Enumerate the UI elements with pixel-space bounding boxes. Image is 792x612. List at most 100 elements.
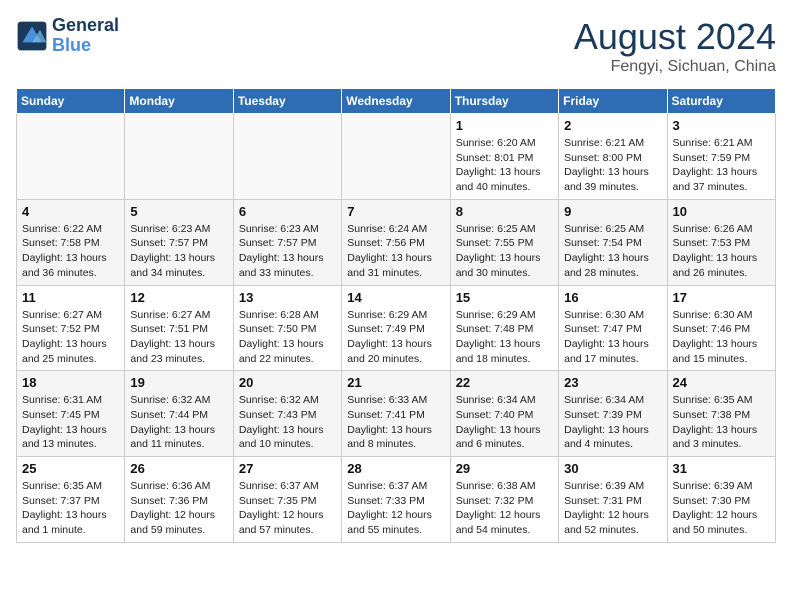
week-row-2: 4 Sunrise: 6:22 AMSunset: 7:58 PMDaylight… bbox=[17, 199, 776, 285]
day-header-thursday: Thursday bbox=[450, 89, 558, 114]
day-cell-27: 27Sunrise: 6:37 AMSunset: 7:35 PMDayligh… bbox=[233, 457, 341, 543]
calendar-header-row: SundayMondayTuesdayWednesdayThursdayFrid… bbox=[17, 89, 776, 114]
calendar-table: SundayMondayTuesdayWednesdayThursdayFrid… bbox=[16, 88, 776, 543]
cell-info-9: Sunrise: 6:25 AMSunset: 7:54 PMDaylight:… bbox=[564, 222, 661, 281]
cell-info-3: Sunrise: 6:21 AMSunset: 7:59 PMDaylight:… bbox=[673, 136, 770, 195]
cell-info-25: Sunrise: 6:35 AMSunset: 7:37 PMDaylight:… bbox=[22, 479, 119, 538]
day-cell-19: 19Sunrise: 6:32 AMSunset: 7:44 PMDayligh… bbox=[125, 371, 233, 457]
day-header-friday: Friday bbox=[559, 89, 667, 114]
cell-date-25: 25 bbox=[22, 461, 119, 476]
day-cell-2: 2 Sunrise: 6:21 AMSunset: 8:00 PMDaylight… bbox=[559, 114, 667, 200]
cell-info-21: Sunrise: 6:33 AMSunset: 7:41 PMDaylight:… bbox=[347, 393, 444, 452]
day-cell-5: 5 Sunrise: 6:23 AMSunset: 7:57 PMDaylight… bbox=[125, 199, 233, 285]
cell-date-29: 29 bbox=[456, 461, 553, 476]
cell-info-23: Sunrise: 6:34 AMSunset: 7:39 PMDaylight:… bbox=[564, 393, 661, 452]
calendar-subtitle: Fengyi, Sichuan, China bbox=[574, 58, 776, 76]
cell-info-10: Sunrise: 6:26 AMSunset: 7:53 PMDaylight:… bbox=[673, 222, 770, 281]
cell-info-4: Sunrise: 6:22 AMSunset: 7:58 PMDaylight:… bbox=[22, 222, 119, 281]
day-cell-25: 25 Sunrise: 6:35 AMSunset: 7:37 PMDayligh… bbox=[17, 457, 125, 543]
calendar-header: General Blue August 2024 Fengyi, Sichuan… bbox=[16, 16, 776, 76]
day-cell-12: 12 Sunrise: 6:27 AMSunset: 7:51 PMDayligh… bbox=[125, 285, 233, 371]
cell-info-26: Sunrise: 6:36 AMSunset: 7:36 PMDaylight:… bbox=[130, 479, 227, 538]
day-cell-18: 18 Sunrise: 6:31 AMSunset: 7:45 PMDayligh… bbox=[17, 371, 125, 457]
cell-date-31: 31 bbox=[673, 461, 770, 476]
day-cell-4: 4 Sunrise: 6:22 AMSunset: 7:58 PMDaylight… bbox=[17, 199, 125, 285]
cell-date-15: 15 bbox=[456, 290, 553, 305]
day-cell-15: 15 Sunrise: 6:29 AMSunset: 7:48 PMDayligh… bbox=[450, 285, 558, 371]
day-cell-17: 17 Sunrise: 6:30 AMSunset: 7:46 PMDayligh… bbox=[667, 285, 775, 371]
cell-date-9: 9 bbox=[564, 204, 661, 219]
cell-info-18: Sunrise: 6:31 AMSunset: 7:45 PMDaylight:… bbox=[22, 393, 119, 452]
empty-cell bbox=[17, 114, 125, 200]
cell-date-7: 7 bbox=[347, 204, 444, 219]
calendar-title: August 2024 bbox=[574, 16, 776, 58]
cell-date-16: 16 bbox=[564, 290, 661, 305]
cell-date-8: 8 bbox=[456, 204, 553, 219]
cell-date-18: 18 bbox=[22, 375, 119, 390]
day-cell-29: 29 Sunrise: 6:38 AMSunset: 7:32 PMDayligh… bbox=[450, 457, 558, 543]
day-header-sunday: Sunday bbox=[17, 89, 125, 114]
cell-date-2: 2 bbox=[564, 118, 661, 133]
day-cell-24: 24Sunrise: 6:35 AMSunset: 7:38 PMDayligh… bbox=[667, 371, 775, 457]
logo-icon bbox=[16, 20, 48, 52]
cell-info-14: Sunrise: 6:29 AMSunset: 7:49 PMDaylight:… bbox=[347, 308, 444, 367]
cell-info-5: Sunrise: 6:23 AMSunset: 7:57 PMDaylight:… bbox=[130, 222, 227, 281]
day-header-tuesday: Tuesday bbox=[233, 89, 341, 114]
day-cell-11: 11Sunrise: 6:27 AMSunset: 7:52 PMDayligh… bbox=[17, 285, 125, 371]
cell-info-30: Sunrise: 6:39 AMSunset: 7:31 PMDaylight:… bbox=[564, 479, 661, 538]
day-header-monday: Monday bbox=[125, 89, 233, 114]
cell-date-1: 1 bbox=[456, 118, 553, 133]
day-cell-8: 8 Sunrise: 6:25 AMSunset: 7:55 PMDaylight… bbox=[450, 199, 558, 285]
day-cell-30: 30Sunrise: 6:39 AMSunset: 7:31 PMDayligh… bbox=[559, 457, 667, 543]
day-cell-16: 16 Sunrise: 6:30 AMSunset: 7:47 PMDayligh… bbox=[559, 285, 667, 371]
day-header-wednesday: Wednesday bbox=[342, 89, 450, 114]
day-cell-31: 31 Sunrise: 6:39 AMSunset: 7:30 PMDayligh… bbox=[667, 457, 775, 543]
day-cell-28: 28Sunrise: 6:37 AMSunset: 7:33 PMDayligh… bbox=[342, 457, 450, 543]
day-cell-20: 20 Sunrise: 6:32 AMSunset: 7:43 PMDayligh… bbox=[233, 371, 341, 457]
logo-line1: General bbox=[52, 16, 119, 36]
day-cell-10: 10 Sunrise: 6:26 AMSunset: 7:53 PMDayligh… bbox=[667, 199, 775, 285]
empty-cell bbox=[233, 114, 341, 200]
cell-info-16: Sunrise: 6:30 AMSunset: 7:47 PMDaylight:… bbox=[564, 308, 661, 367]
logo: General Blue bbox=[16, 16, 119, 56]
cell-date-26: 26 bbox=[130, 461, 227, 476]
cell-info-29: Sunrise: 6:38 AMSunset: 7:32 PMDaylight:… bbox=[456, 479, 553, 538]
cell-date-14: 14 bbox=[347, 290, 444, 305]
cell-info-6: Sunrise: 6:23 AMSunset: 7:57 PMDaylight:… bbox=[239, 222, 336, 281]
cell-info-28: Sunrise: 6:37 AMSunset: 7:33 PMDaylight:… bbox=[347, 479, 444, 538]
cell-date-3: 3 bbox=[673, 118, 770, 133]
cell-date-23: 23 bbox=[564, 375, 661, 390]
day-cell-9: 9 Sunrise: 6:25 AMSunset: 7:54 PMDaylight… bbox=[559, 199, 667, 285]
day-cell-3: 3 Sunrise: 6:21 AMSunset: 7:59 PMDaylight… bbox=[667, 114, 775, 200]
cell-date-11: 11 bbox=[22, 290, 119, 305]
week-row-5: 25 Sunrise: 6:35 AMSunset: 7:37 PMDayligh… bbox=[17, 457, 776, 543]
cell-info-19: Sunrise: 6:32 AMSunset: 7:44 PMDaylight:… bbox=[130, 393, 227, 452]
cell-info-20: Sunrise: 6:32 AMSunset: 7:43 PMDaylight:… bbox=[239, 393, 336, 452]
day-header-saturday: Saturday bbox=[667, 89, 775, 114]
day-cell-7: 7 Sunrise: 6:24 AMSunset: 7:56 PMDaylight… bbox=[342, 199, 450, 285]
cell-date-24: 24 bbox=[673, 375, 770, 390]
day-cell-22: 22 Sunrise: 6:34 AMSunset: 7:40 PMDayligh… bbox=[450, 371, 558, 457]
cell-date-17: 17 bbox=[673, 290, 770, 305]
cell-info-17: Sunrise: 6:30 AMSunset: 7:46 PMDaylight:… bbox=[673, 308, 770, 367]
cell-info-2: Sunrise: 6:21 AMSunset: 8:00 PMDaylight:… bbox=[564, 136, 661, 195]
week-row-4: 18 Sunrise: 6:31 AMSunset: 7:45 PMDayligh… bbox=[17, 371, 776, 457]
cell-date-10: 10 bbox=[673, 204, 770, 219]
cell-date-12: 12 bbox=[130, 290, 227, 305]
cell-date-4: 4 bbox=[22, 204, 119, 219]
cell-info-15: Sunrise: 6:29 AMSunset: 7:48 PMDaylight:… bbox=[456, 308, 553, 367]
day-cell-6: 6 Sunrise: 6:23 AMSunset: 7:57 PMDaylight… bbox=[233, 199, 341, 285]
cell-info-12: Sunrise: 6:27 AMSunset: 7:51 PMDaylight:… bbox=[130, 308, 227, 367]
title-block: August 2024 Fengyi, Sichuan, China bbox=[574, 16, 776, 76]
cell-date-20: 20 bbox=[239, 375, 336, 390]
cell-date-13: 13 bbox=[239, 290, 336, 305]
cell-info-7: Sunrise: 6:24 AMSunset: 7:56 PMDaylight:… bbox=[347, 222, 444, 281]
cell-date-22: 22 bbox=[456, 375, 553, 390]
empty-cell bbox=[342, 114, 450, 200]
cell-info-8: Sunrise: 6:25 AMSunset: 7:55 PMDaylight:… bbox=[456, 222, 553, 281]
cell-info-22: Sunrise: 6:34 AMSunset: 7:40 PMDaylight:… bbox=[456, 393, 553, 452]
cell-date-5: 5 bbox=[130, 204, 227, 219]
logo-line2: Blue bbox=[52, 35, 91, 55]
cell-info-31: Sunrise: 6:39 AMSunset: 7:30 PMDaylight:… bbox=[673, 479, 770, 538]
cell-date-6: 6 bbox=[239, 204, 336, 219]
